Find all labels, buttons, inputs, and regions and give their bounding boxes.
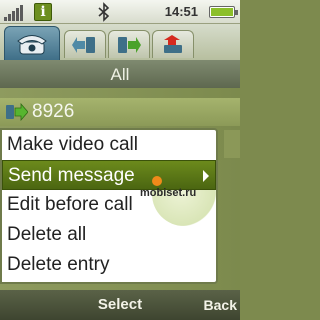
list-header: All (0, 60, 240, 88)
outgoing-calls-tab[interactable] (108, 30, 150, 58)
missed-call-icon (164, 34, 182, 53)
call-log-tabs (0, 24, 240, 60)
outgoing-call-icon (6, 103, 28, 121)
phone-icon (17, 34, 47, 54)
bluetooth-icon (98, 2, 110, 22)
list-item[interactable]: 8926 (0, 98, 240, 126)
info-icon: i (34, 3, 52, 21)
softkey-bar: Select Back (0, 290, 240, 320)
menu-item-make-video-call[interactable]: Make video call (2, 130, 216, 160)
context-menu: Make video call Send message Edit before… (0, 128, 218, 284)
clock-time: 14:51 (164, 4, 198, 19)
menu-item-label: Send message (8, 165, 135, 186)
outgoing-arrow-icon (118, 36, 141, 53)
watermark: mobiset.ru (140, 187, 197, 199)
phone-tab[interactable] (4, 26, 60, 60)
signal-icon (4, 3, 26, 21)
menu-item-delete-entry[interactable]: Delete entry (2, 250, 216, 280)
back-softkey[interactable]: Back (204, 296, 237, 314)
incoming-arrow-icon (72, 36, 95, 53)
battery-icon (209, 6, 238, 18)
incoming-calls-tab[interactable] (64, 30, 106, 58)
submenu-arrow-icon (203, 170, 209, 182)
list-item-edge (224, 130, 240, 158)
missed-calls-tab[interactable] (152, 30, 194, 58)
list-item-number: 8926 (32, 101, 75, 122)
page-title: All (110, 65, 130, 84)
watermark-logo-icon (152, 176, 162, 186)
status-bar: i 14:51 (0, 0, 240, 24)
menu-item-delete-all[interactable]: Delete all (2, 220, 216, 250)
